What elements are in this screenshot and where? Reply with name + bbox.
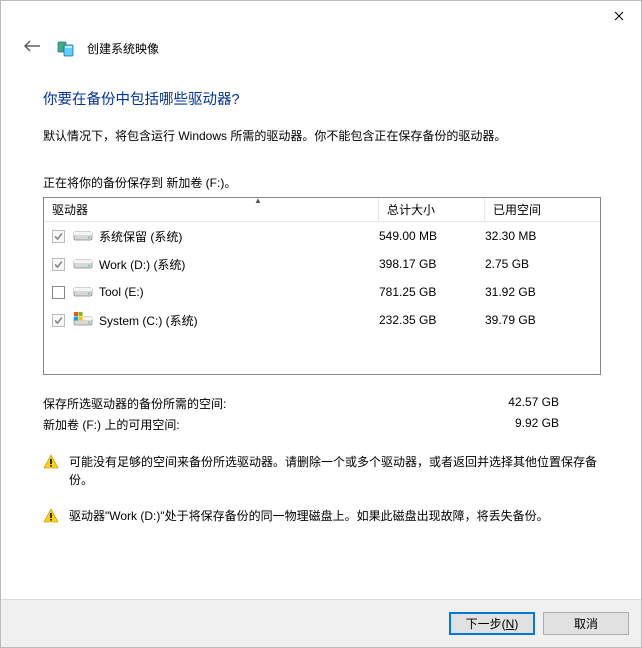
table-row[interactable]: System (C:) (系统) 232.35 GB39.79 GB [44,306,600,334]
drive-checkbox[interactable] [52,286,65,299]
cell-drive: System (C:) (系统) [73,312,379,329]
saving-destination: 正在将你的备份保存到 新加卷 (F:)。 [43,174,601,191]
table-row[interactable]: Work (D:) (系统) 398.17 GB2.75 GB [44,250,600,278]
cell-total: 232.35 GB [379,313,485,327]
drive-name: Tool (E:) [99,285,144,299]
next-button[interactable]: 下一步(N) [449,612,535,635]
back-button[interactable] [19,37,45,60]
hdd-icon [73,256,93,272]
summary-required-value: 42.57 GB [508,395,559,412]
summary-available: 新加卷 (F:) 上的可用空间: 9.92 GB [43,414,601,435]
dialog-window: 创建系统映像 你要在备份中包括哪些驱动器? 默认情况下，将包含运行 Window… [0,0,642,648]
drive-name: System (C:) (系统) [99,312,198,329]
titlebar [1,1,641,33]
cell-used: 39.79 GB [485,313,600,327]
table-row[interactable]: 系统保留 (系统) 549.00 MB32.30 MB [44,222,600,250]
summary-required: 保存所选驱动器的备份所需的空间: 42.57 GB [43,393,601,414]
close-button[interactable] [596,1,641,31]
close-icon [614,11,624,21]
sort-indicator-icon: ▲ [254,196,262,205]
cell-used: 2.75 GB [485,257,600,271]
column-header-drive[interactable]: 驱动器 [44,198,379,221]
cell-total: 781.25 GB [379,285,485,299]
warning-icon [43,454,59,470]
hdd-icon [73,228,93,244]
drive-checkbox [52,230,65,243]
drive-table: 驱动器 ▲ 总计大小 已用空间 系统保留 (系统) 549.00 MB32.30 … [43,197,601,375]
warning-item: 驱动器"Work (D:)"处于将保存备份的同一物理磁盘上。如果此磁盘出现故障，… [43,507,601,525]
summary-required-label: 保存所选驱动器的备份所需的空间: [43,395,226,412]
content-area: 你要在备份中包括哪些驱动器? 默认情况下，将包含运行 Windows 所需的驱动… [1,70,641,599]
header-title: 创建系统映像 [87,40,159,57]
summary-available-label: 新加卷 (F:) 上的可用空间: [43,416,180,433]
drive-checkbox [52,258,65,271]
table-row[interactable]: Tool (E:) 781.25 GB31.92 GB [44,278,600,306]
hdd-icon [73,284,93,300]
cell-drive: Tool (E:) [73,284,379,300]
warning-text: 驱动器"Work (D:)"处于将保存备份的同一物理磁盘上。如果此磁盘出现故障，… [69,507,549,525]
summary-available-value: 9.92 GB [515,416,559,433]
warning-text: 可能没有足够的空间来备份所选驱动器。请删除一个或多个驱动器，或者返回并选择其他位… [69,453,601,489]
warning-item: 可能没有足够的空间来备份所选驱动器。请删除一个或多个驱动器，或者返回并选择其他位… [43,453,601,489]
cell-drive: 系统保留 (系统) [73,228,379,245]
cell-total: 549.00 MB [379,229,485,243]
windows-drive-icon [73,312,93,328]
summary: 保存所选驱动器的备份所需的空间: 42.57 GB 新加卷 (F:) 上的可用空… [43,393,601,435]
cell-used: 31.92 GB [485,285,600,299]
drive-name: Work (D:) (系统) [99,256,185,273]
drive-name: 系统保留 (系统) [99,228,182,245]
back-arrow-icon [23,39,41,53]
footer: 下一步(N) 取消 [1,599,641,647]
header: 创建系统映像 [1,33,641,70]
column-header-total[interactable]: 总计大小 [379,198,485,221]
warnings: 可能没有足够的空间来备份所选驱动器。请删除一个或多个驱动器，或者返回并选择其他位… [43,453,601,525]
cell-total: 398.17 GB [379,257,485,271]
cell-used: 32.30 MB [485,229,600,243]
warning-icon [43,508,59,524]
cancel-button[interactable]: 取消 [543,612,629,635]
app-icon [57,40,75,58]
cell-drive: Work (D:) (系统) [73,256,379,273]
description: 默认情况下，将包含运行 Windows 所需的驱动器。你不能包含正在保存备份的驱… [43,127,601,144]
column-header-used[interactable]: 已用空间 [485,198,600,221]
table-header: 驱动器 ▲ 总计大小 已用空间 [44,198,600,222]
drive-checkbox [52,314,65,327]
page-heading: 你要在备份中包括哪些驱动器? [43,88,601,109]
